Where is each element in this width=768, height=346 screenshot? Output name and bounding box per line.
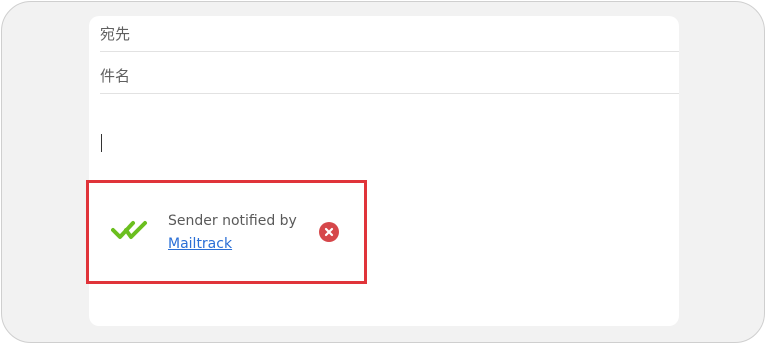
notice-text: Sender notified by <box>168 213 297 229</box>
text-cursor <box>101 134 102 152</box>
to-field[interactable]: 宛先 <box>100 16 679 52</box>
mailtrack-notice: Sender notified by Mailtrack <box>168 211 297 254</box>
to-label: 宛先 <box>100 25 131 43</box>
subject-label: 件名 <box>100 67 131 85</box>
double-check-icon <box>111 219 149 241</box>
subject-field[interactable]: 件名 <box>100 58 679 94</box>
close-icon[interactable] <box>319 222 339 242</box>
mailtrack-link[interactable]: Mailtrack <box>168 234 297 254</box>
